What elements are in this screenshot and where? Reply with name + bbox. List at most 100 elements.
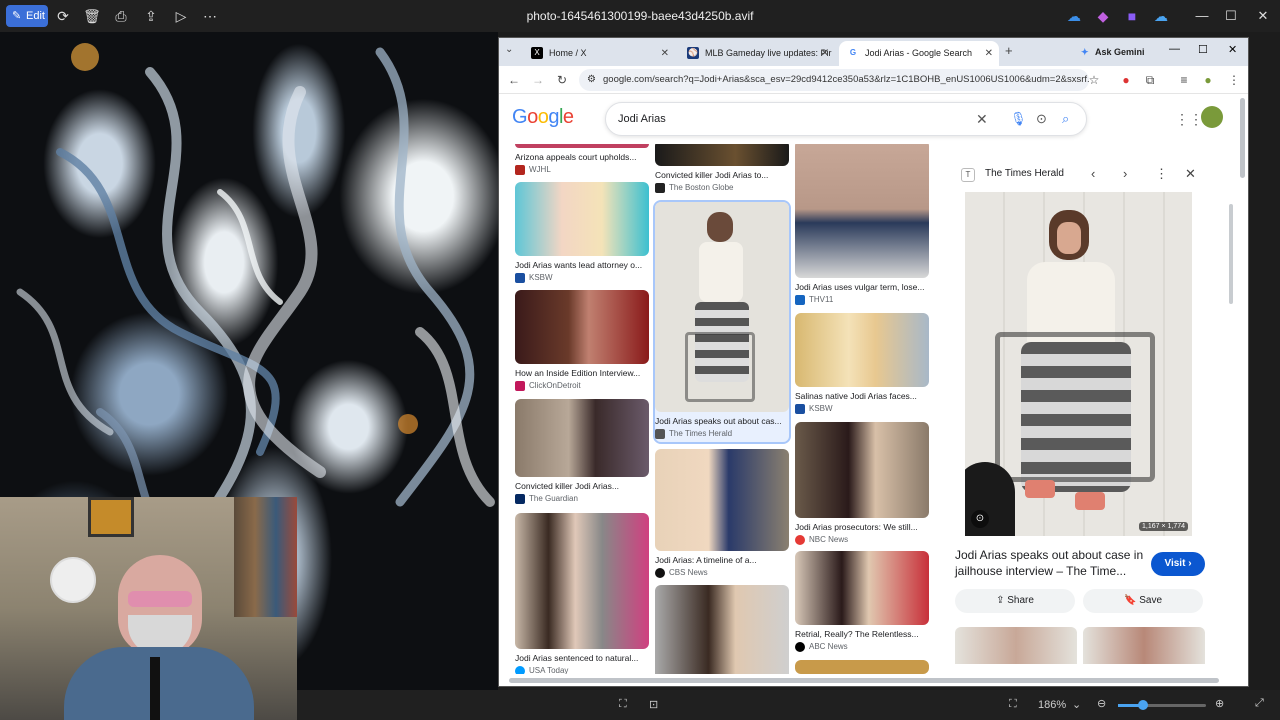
related-image[interactable] (1083, 627, 1205, 664)
zoom-out-icon[interactable]: ⊖ (1097, 697, 1106, 710)
close-icon[interactable]: ✕ (1248, 6, 1278, 26)
result-caption[interactable]: Convicted killer Jodi Arias... (515, 481, 649, 491)
result-card[interactable]: Jodi Arias wants lead attorney o... KSBW (515, 182, 649, 283)
related-image[interactable] (955, 627, 1077, 664)
search-icon[interactable]: ⌕ (1062, 103, 1069, 135)
result-image[interactable] (515, 144, 649, 148)
close-tab-icon[interactable]: ✕ (821, 41, 829, 66)
tab-search-icon[interactable]: ⌄ (505, 44, 513, 55)
fit-icon[interactable]: ⛶ (619, 698, 627, 711)
minimize-icon[interactable]: — (1187, 6, 1217, 26)
reading-list-icon[interactable]: ≡ (1175, 71, 1193, 89)
result-image[interactable] (795, 144, 929, 278)
rotate-icon[interactable]: ⟳ (52, 6, 74, 26)
expand-icon[interactable]: ⤢ (1255, 697, 1264, 710)
url-field[interactable]: ⚙ google.com/search?q=Jodi+Arias&sca_esv… (579, 69, 1089, 91)
result-caption[interactable]: Jodi Arias prosecutors: We still... (795, 522, 929, 532)
zoom-level[interactable]: 186% (1038, 699, 1066, 711)
result-image[interactable] (655, 202, 789, 412)
close-window-icon[interactable]: ✕ (1228, 43, 1237, 56)
result-caption[interactable]: Convicted killer Jodi Arias to... (655, 170, 789, 180)
maximize-icon[interactable]: ☐ (1216, 6, 1246, 26)
print-icon[interactable]: ⎙ (110, 6, 132, 26)
result-card[interactable]: Jodi Arias sentenced to natural... USA T… (515, 513, 649, 674)
result-card[interactable] (795, 660, 929, 674)
profile-avatar[interactable]: ● (1199, 71, 1217, 89)
result-card[interactable]: Jodi Arias prosecutors: We still... NBC … (795, 422, 929, 545)
minimize-icon[interactable]: — (1169, 43, 1180, 55)
app-icon-2[interactable]: ■ (1121, 6, 1143, 26)
preview-image[interactable]: ⊙ 1,167 × 1,774 (965, 192, 1192, 536)
account-avatar[interactable] (1201, 106, 1223, 128)
result-caption[interactable]: Jodi Arias: A timeline of a... (655, 555, 789, 565)
zoom-in-icon[interactable]: ⊕ (1215, 697, 1224, 710)
ask-gemini-button[interactable]: ✦ Ask Gemini (1075, 42, 1153, 62)
result-card[interactable]: Jodi Arias: A timeline of a... CBS News (655, 449, 789, 578)
save-button[interactable]: 🔖 Save (1083, 589, 1203, 613)
forward-icon[interactable]: → (529, 71, 547, 89)
result-caption[interactable]: Jodi Arias uses vulgar term, lose... (795, 282, 929, 292)
result-card[interactable] (655, 585, 789, 674)
result-caption[interactable]: How an Inside Edition Interview... (515, 368, 649, 378)
fullscreen-icon[interactable]: ⛶ (1009, 698, 1017, 711)
result-caption[interactable]: Salinas native Jodi Arias faces... (795, 391, 929, 401)
page-vertical-scrollbar[interactable] (1240, 98, 1245, 178)
bookmark-star-icon[interactable]: ☆ (1085, 71, 1103, 89)
tab-mlb[interactable]: ⚾ MLB Gameday live updates: Pir ✕ (679, 41, 835, 66)
result-card-selected[interactable]: Jodi Arias speaks out about cas... The T… (653, 200, 791, 444)
reload-icon[interactable]: ↻ (553, 71, 571, 89)
result-caption[interactable]: Arizona appeals court upholds... (515, 152, 649, 162)
zoom-slider[interactable] (1118, 700, 1206, 710)
result-image[interactable] (515, 399, 649, 477)
onedrive-icon[interactable]: ☁ (1063, 6, 1085, 26)
result-card[interactable]: Retrial, Really? The Relentless... ABC N… (795, 551, 929, 652)
result-image[interactable] (515, 513, 649, 649)
result-caption[interactable]: Retrial, Really? The Relentless... (795, 629, 929, 639)
result-caption[interactable]: Jodi Arias speaks out about cas... (655, 416, 789, 426)
voice-search-icon[interactable]: 🎙 (1010, 103, 1027, 135)
previous-icon[interactable]: ‹ (1091, 166, 1095, 181)
result-image[interactable] (795, 422, 929, 518)
more-options-icon[interactable]: ⋮ (1155, 166, 1168, 182)
result-card[interactable]: Jodi Arias uses vulgar term, lose... THV… (795, 144, 929, 305)
result-image[interactable] (795, 313, 929, 387)
lens-icon[interactable]: ⊙ (1036, 103, 1047, 135)
lens-search-icon[interactable]: ⊙ (971, 510, 989, 528)
result-image[interactable] (795, 660, 929, 674)
site-info-icon[interactable]: ⚙ (587, 69, 596, 91)
result-caption[interactable]: Jodi Arias sentenced to natural... (515, 653, 649, 663)
panel-scrollbar[interactable] (1229, 204, 1233, 304)
result-card[interactable]: Salinas native Jodi Arias faces... KSBW (795, 313, 929, 414)
browser-menu-icon[interactable]: ⋮ (1225, 71, 1243, 89)
maximize-icon[interactable]: ☐ (1198, 43, 1208, 56)
close-tab-icon[interactable]: ✕ (661, 41, 669, 66)
close-tab-icon[interactable]: ✕ (985, 41, 993, 66)
app-icon-1[interactable]: ◆ (1092, 6, 1114, 26)
extension-icon[interactable]: ● (1117, 71, 1135, 89)
clear-search-icon[interactable]: ✕ (976, 103, 988, 135)
next-icon[interactable]: › (1123, 166, 1127, 181)
result-image[interactable] (655, 585, 789, 674)
result-image[interactable] (515, 290, 649, 364)
more-icon[interactable]: ⋯ (199, 6, 221, 26)
result-card[interactable]: How an Inside Edition Interview... Click… (515, 290, 649, 391)
preview-title[interactable]: Jodi Arias speaks out about case in jail… (955, 547, 1145, 579)
share-button[interactable]: ⇪ Share (955, 589, 1075, 613)
edit-button[interactable]: ✎ Edit (6, 5, 48, 27)
back-icon[interactable]: ← (505, 71, 523, 89)
tab-home-x[interactable]: X Home / X ✕ (523, 41, 675, 66)
result-image[interactable] (655, 449, 789, 551)
close-panel-icon[interactable]: ✕ (1185, 166, 1196, 182)
share-icon[interactable]: ⇪ (140, 6, 162, 26)
page-horizontal-scrollbar[interactable] (509, 678, 1219, 683)
slideshow-icon[interactable]: ▷ (170, 6, 192, 26)
zoom-slider-handle[interactable] (1138, 700, 1148, 710)
result-card[interactable]: Convicted killer Jodi Arias to... The Bo… (655, 144, 789, 193)
result-image[interactable] (655, 144, 789, 166)
crop-icon[interactable]: ⊡ (649, 698, 658, 711)
sync-icon[interactable]: ☁ (1150, 6, 1172, 26)
delete-icon[interactable]: 🗑 (81, 6, 103, 26)
result-card[interactable]: Arizona appeals court upholds... WJHL (515, 144, 649, 175)
chevron-down-icon[interactable]: ⌄ (1072, 698, 1081, 711)
panel-source[interactable]: The Times Herald (985, 168, 1064, 179)
